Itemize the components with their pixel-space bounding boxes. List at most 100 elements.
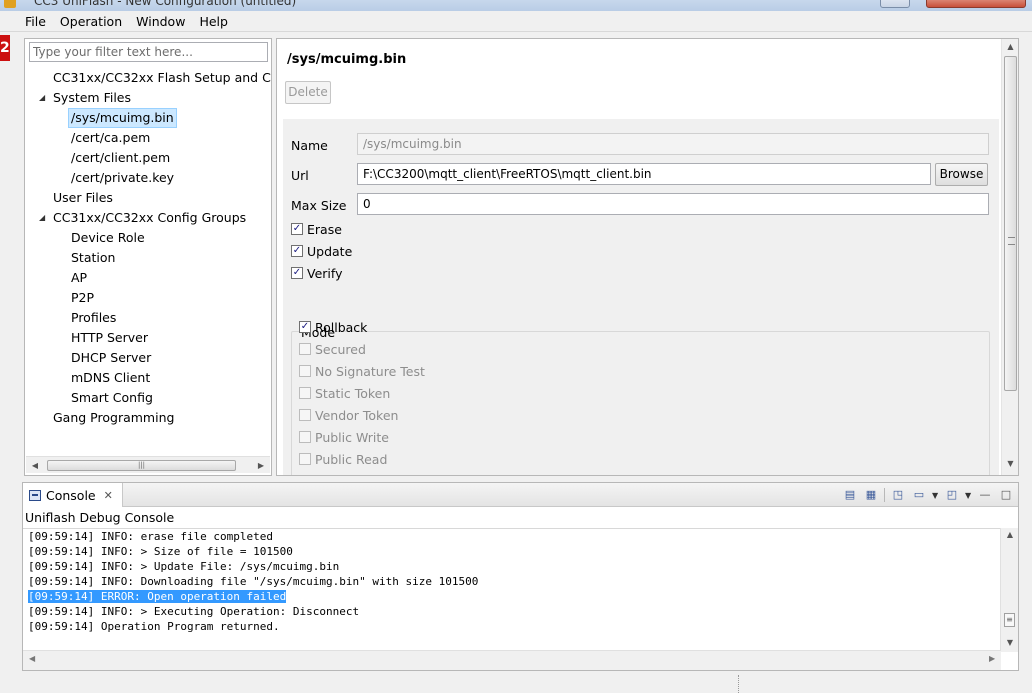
tree-item[interactable]: ◢ CC31xx/CC32xx Config Groups <box>25 208 271 228</box>
tree-item-label: HTTP Server <box>71 330 148 345</box>
name-label: Name <box>291 138 328 153</box>
file-properties-panel: /sys/mcuimg.bin Delete Name /sys/mcuimg.… <box>276 38 1019 476</box>
name-field: /sys/mcuimg.bin <box>357 133 989 155</box>
properties-vertical-scrollbar[interactable]: ▲ ▼ <box>1001 39 1018 475</box>
scroll-right-icon[interactable]: ▶ <box>254 459 268 472</box>
clear-console-icon[interactable]: ▤ <box>842 488 858 502</box>
scroll-left-icon[interactable]: ◀ <box>29 654 35 663</box>
tree-item-label: /cert/ca.pem <box>71 130 151 145</box>
minimize-window-button[interactable] <box>880 0 910 8</box>
checkbox-verify[interactable]: ✓ Verify <box>291 264 342 282</box>
expand-toggle-icon[interactable]: ◢ <box>39 88 45 108</box>
checkbox-rollback[interactable]: ✓ Rollback <box>299 318 367 336</box>
tree-item[interactable]: User Files <box>25 188 271 208</box>
url-field[interactable]: F:\CC3200\mqtt_client\FreeRTOS\mqtt_clie… <box>357 163 931 185</box>
checkbox-checked-icon[interactable]: ✓ <box>291 223 303 235</box>
tree-item[interactable]: Profiles <box>25 308 271 328</box>
scroll-up-icon[interactable]: ▲ <box>1004 530 1016 539</box>
status-bar <box>0 673 1032 693</box>
scroll-thumb[interactable]: ≡ <box>1004 613 1015 627</box>
checkbox-checked-icon[interactable]: ✓ <box>291 245 303 257</box>
log-text: [09:59:14] INFO: erase file completed <box>28 530 274 543</box>
max-size-label: Max Size <box>291 198 347 213</box>
menu-file[interactable]: File <box>18 14 53 29</box>
tree-item[interactable]: /cert/ca.pem <box>25 128 271 148</box>
console-output[interactable]: [09:59:14] INFO: erase file completed [09… <box>23 528 1001 652</box>
chevron-down-icon[interactable]: ▼ <box>932 491 939 500</box>
checkbox-label: Static Token <box>315 385 391 401</box>
pin-console-icon[interactable]: ◳ <box>890 488 906 502</box>
tree-item-label: DHCP Server <box>71 350 152 365</box>
file-form: Name /sys/mcuimg.bin Url F:\CC3200\mqtt_… <box>283 119 999 475</box>
scroll-right-icon[interactable]: ▶ <box>989 654 995 663</box>
tree-horizontal-scrollbar[interactable]: ◀ ||| ▶ <box>26 456 270 473</box>
close-window-button[interactable] <box>926 0 1026 8</box>
maximize-icon[interactable]: □ <box>998 488 1014 502</box>
scroll-up-icon[interactable]: ▲ <box>1004 42 1017 51</box>
open-console-icon[interactable]: ◰ <box>944 488 960 502</box>
checkbox-static-token: Static Token <box>299 384 390 402</box>
tree-item[interactable]: Smart Config <box>25 388 271 408</box>
tree-item[interactable]: Gang Programming <box>25 408 271 428</box>
checkbox-checked-icon[interactable]: ✓ <box>299 321 311 333</box>
annotation-marker: 2 <box>0 35 10 61</box>
tree-item-label: CC31xx/CC32xx Config Groups <box>53 210 247 225</box>
checkbox-public-read: Public Read <box>299 450 387 468</box>
tree-item-label: Gang Programming <box>53 410 175 425</box>
tree-item[interactable]: Station <box>25 248 271 268</box>
tree-item-label: System Files <box>53 90 132 105</box>
tree-item[interactable]: CC31xx/CC32xx Flash Setup and Cont <box>25 68 271 88</box>
console-tab-bar: Console ✕ ▤ ▦ ◳ ▭ ▼ ◰ ▼ — □ <box>23 483 1018 507</box>
scroll-lock-icon[interactable]: ▦ <box>863 488 879 502</box>
checkbox-label: Vendor Token <box>315 407 399 423</box>
log-text: [09:59:14] INFO: Downloading file "/sys/… <box>28 575 479 588</box>
expand-toggle-icon[interactable]: ◢ <box>39 208 45 228</box>
log-line-selected: [09:59:14] ERROR: Open operation failed <box>23 589 1001 604</box>
log-line: [09:59:14] INFO: > Update File: /sys/mcu… <box>23 559 1001 574</box>
log-text: [09:59:14] Operation Program returned. <box>28 620 280 633</box>
menu-help[interactable]: Help <box>192 14 235 29</box>
console-icon <box>29 489 41 501</box>
tree-item[interactable]: HTTP Server <box>25 328 271 348</box>
tree-item[interactable]: ◢ System Files <box>25 88 271 108</box>
chevron-down-icon[interactable]: ▼ <box>965 491 972 500</box>
scroll-down-icon[interactable]: ▼ <box>1004 459 1017 468</box>
checkbox-erase[interactable]: ✓ Erase <box>291 220 342 238</box>
scroll-thumb[interactable]: ||| <box>47 460 236 471</box>
tree-item[interactable]: Device Role <box>25 228 271 248</box>
display-console-icon[interactable]: ▭ <box>911 488 927 502</box>
checkbox-checked-icon[interactable]: ✓ <box>291 267 303 279</box>
browse-button[interactable]: Browse <box>935 163 988 186</box>
close-icon[interactable]: ✕ <box>104 489 113 502</box>
tree-item[interactable]: /cert/client.pem <box>25 148 271 168</box>
tree-filter-input[interactable] <box>29 42 268 62</box>
tree-item-label: Station <box>71 250 116 265</box>
checkbox-update[interactable]: ✓ Update <box>291 242 352 260</box>
tree-item[interactable]: mDNS Client <box>25 368 271 388</box>
minimize-icon[interactable]: — <box>977 488 993 502</box>
checkbox-label: Rollback <box>315 319 368 335</box>
checkbox-unchecked-icon <box>299 453 311 465</box>
console-vertical-scrollbar[interactable]: ▲ ≡ ▼ <box>1000 528 1018 652</box>
log-line: [09:59:14] INFO: Downloading file "/sys/… <box>23 574 1001 589</box>
tree-item[interactable]: /sys/mcuimg.bin <box>25 108 271 128</box>
tree-item[interactable]: AP <box>25 268 271 288</box>
console-tab[interactable]: Console ✕ <box>23 483 123 507</box>
tree-item[interactable]: /cert/private.key <box>25 168 271 188</box>
checkbox-label: No Signature Test <box>315 363 425 379</box>
tree-item-label: Smart Config <box>71 390 153 405</box>
menu-operation[interactable]: Operation <box>53 14 129 29</box>
checkbox-label: Public Write <box>315 429 389 445</box>
log-line: [09:59:14] Operation Program returned. <box>23 619 1001 634</box>
scroll-left-icon[interactable]: ◀ <box>28 459 42 472</box>
menu-window[interactable]: Window <box>129 14 192 29</box>
console-horizontal-scrollbar[interactable]: ◀ ▶ <box>23 650 1001 670</box>
tree-item[interactable]: DHCP Server <box>25 348 271 368</box>
delete-button[interactable]: Delete <box>285 81 331 104</box>
tree-item[interactable]: P2P <box>25 288 271 308</box>
file-title: /sys/mcuimg.bin <box>287 52 407 67</box>
scroll-down-icon[interactable]: ▼ <box>1004 638 1016 647</box>
log-text: [09:59:14] INFO: > Update File: /sys/mcu… <box>28 560 340 573</box>
max-size-field[interactable]: 0 <box>357 193 989 215</box>
scroll-thumb[interactable] <box>1004 56 1017 391</box>
